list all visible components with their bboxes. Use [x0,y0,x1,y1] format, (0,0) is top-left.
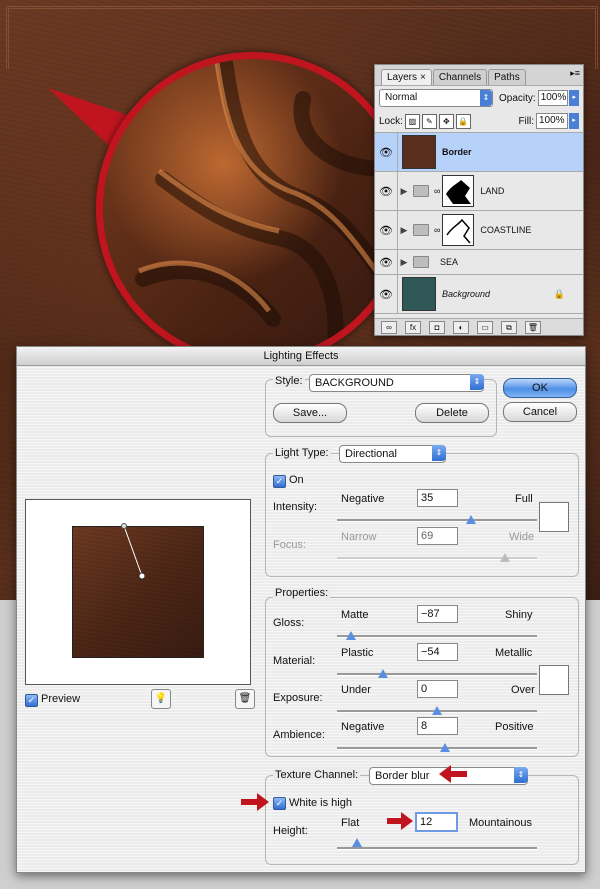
arrow-white-is-high [241,793,269,811]
lock-icon: 🔒 [553,288,565,299]
new-layer-icon[interactable]: ⧉ [501,320,517,334]
folder-icon [413,224,429,236]
arrow-texture-channel [439,765,467,783]
layer-row-background[interactable]: 👁 Background 🔒 [375,275,583,314]
fill-label: Fill: [518,115,534,127]
group-icon[interactable]: ▭ [477,320,493,334]
embossed-knot-pattern [135,59,403,359]
zoom-magnifier-circle [96,52,410,366]
lock-pixels-icon[interactable]: ✎ [421,113,437,129]
layer-thumbnail [402,135,436,169]
trash-icon[interactable]: 🗑 [235,689,255,709]
layers-panel-footer: ∞ fx ◘ ◐ ▭ ⧉ 🗑 [375,318,583,335]
eye-icon[interactable]: 👁 [375,275,398,313]
panel-menu-icon[interactable]: ▸≡ [570,68,580,79]
fill-slider-toggle[interactable]: ▸ [569,113,579,129]
preview-label: Preview [41,693,81,705]
layer-name: LAND [480,186,505,196]
lighting-effects-dialog: Lighting Effects Style: BACKGROUND ⇕ Save… [16,346,586,873]
lock-transparency-icon[interactable]: ▨ [404,113,420,129]
trash-icon[interactable]: 🗑 [525,320,541,334]
fx-icon[interactable]: fx [405,320,421,334]
eye-icon[interactable]: 👁 [375,133,398,171]
chain-link-icon: ∞ [434,225,441,235]
layer-mask-thumbnail [442,214,475,246]
lock-all-icon[interactable]: 🔒 [455,113,471,129]
light-direction-handle[interactable] [26,500,250,684]
eye-icon[interactable]: 👁 [375,250,398,274]
layer-thumbnail [402,277,436,311]
layers-panel: Layers × Channels Paths ▸≡ Normal ⇕ Opacit… [374,64,584,336]
opacity-input[interactable]: 100% [537,90,569,106]
eye-icon[interactable]: 👁 [375,172,398,210]
layer-row-land[interactable]: 👁 ▶ ∞ LAND [375,172,583,211]
layer-mask-thumbnail [442,175,475,207]
lock-position-icon[interactable]: ✥ [438,113,454,129]
close-icon[interactable]: × [420,72,426,83]
tab-layers[interactable]: Layers × [381,69,432,85]
layer-row-border[interactable]: 👁 Border [375,133,583,172]
layer-row-sea[interactable]: 👁 ▶ SEA [375,250,583,275]
opacity-slider-toggle[interactable]: ▸ [569,90,579,106]
blend-mode-select[interactable]: Normal ⇕ [379,89,493,107]
lightbulb-icon[interactable]: 💡 [151,689,171,709]
chevron-updown-icon: ⇕ [480,90,492,106]
expand-triangle-icon[interactable]: ▶ [398,186,410,197]
eye-icon[interactable]: 👁 [375,211,398,249]
layer-name: SEA [440,257,459,267]
opacity-label: Opacity: [499,92,536,104]
layer-name: Background [442,289,491,299]
lock-label: Lock: [379,115,403,127]
arrow-height [387,812,413,830]
expand-triangle-icon[interactable]: ▶ [398,257,410,268]
preview-area[interactable] [25,499,251,685]
tab-channels[interactable]: Channels [432,69,488,85]
tab-paths[interactable]: Paths [488,69,526,85]
folder-icon [413,256,429,268]
adjustment-icon[interactable]: ◐ [453,320,469,334]
layer-row-coastline[interactable]: 👁 ▶ ∞ COASTLINE [375,211,583,250]
layer-name: COASTLINE [480,225,532,235]
expand-triangle-icon[interactable]: ▶ [398,225,410,236]
link-icon[interactable]: ∞ [381,320,397,334]
folder-icon [413,185,429,197]
fill-input[interactable]: 100% [536,113,568,129]
mask-icon[interactable]: ◘ [429,320,445,334]
panel-tabs: Layers × Channels Paths ▸≡ [375,65,583,86]
layer-name: Border [442,147,472,157]
chain-link-icon: ∞ [434,186,441,196]
preview-checkbox[interactable]: ✓ [25,694,38,707]
